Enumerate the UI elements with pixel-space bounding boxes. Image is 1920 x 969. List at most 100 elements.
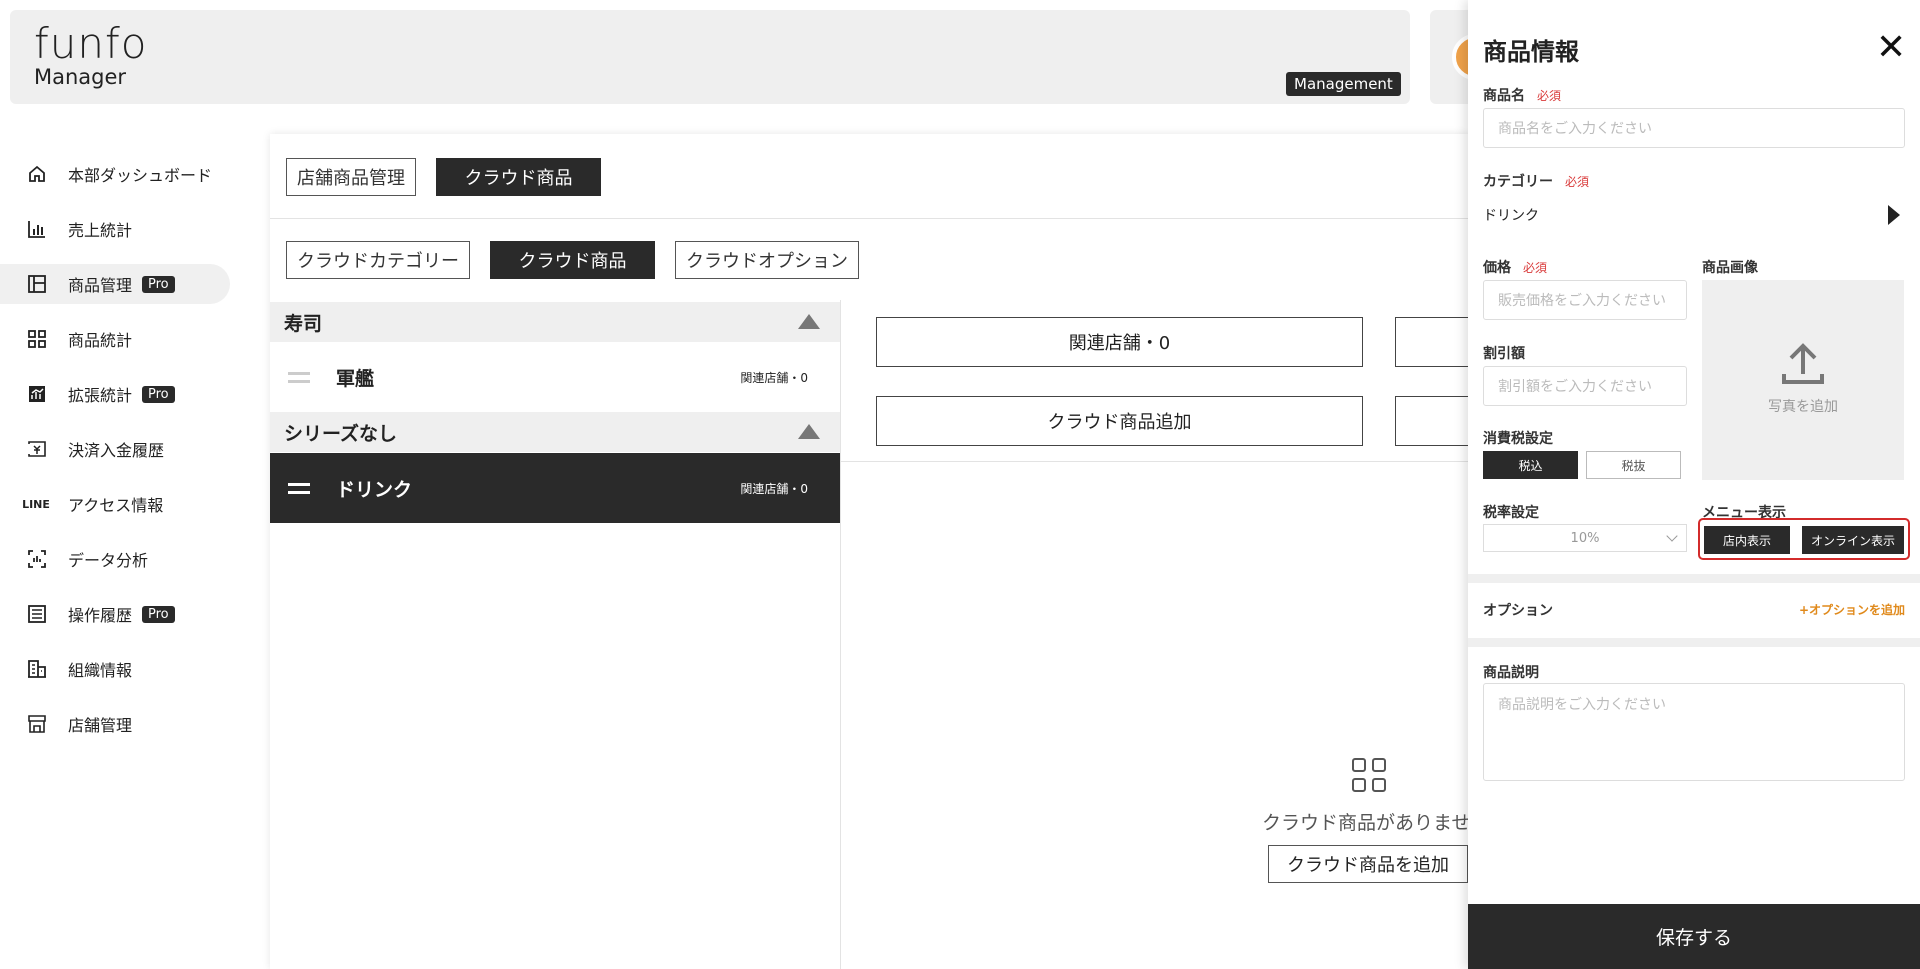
category-value[interactable]: ドリンク [1483,205,1539,225]
grid-empty-icon [1352,758,1388,794]
list-item[interactable]: 軍艦 関連店舗・0 [270,344,840,410]
image-upload-box[interactable]: 写真を追加 [1702,280,1904,480]
sidebar-item-dashboard[interactable]: 本部ダッシュボード [0,154,230,194]
tab-cloud-products[interactable]: クラウド商品 [436,158,601,196]
discount-label: 割引額 [1483,346,1525,362]
sidebar-item-label: 操作履歴 [68,606,133,625]
close-icon[interactable]: ✕ [1876,30,1906,66]
list-item-selected[interactable]: ドリンク 関連店舗・0 [270,453,840,523]
sidebar-item-label: 店舗管理 [68,716,133,735]
description-textarea[interactable]: 商品説明をご入力ください [1483,683,1905,781]
tax-included-button[interactable]: 税込 [1483,451,1578,479]
product-image-label: 商品画像 [1702,260,1758,276]
add-button-2[interactable] [1395,396,1475,446]
subtab-cloud-category[interactable]: クラウドカテゴリー [286,241,470,279]
panel-title: 商品情報 [1483,38,1579,66]
building-icon [26,658,48,680]
add-option-link[interactable]: +オプションを追加 [1799,601,1905,618]
group-header-no-series[interactable]: シリーズなし [270,412,840,452]
in-store-display-button[interactable]: 店内表示 [1704,526,1790,554]
sidebar-item-label: 拡張統計 [68,386,133,405]
related-stores-button-2[interactable] [1395,317,1475,367]
sidebar-item-label: 売上統計 [68,221,133,240]
subtab-cloud-options[interactable]: クラウドオプション [675,241,859,279]
tax-rate-value: 10% [1570,530,1600,546]
sidebar-item-product-management[interactable]: 商品管理 Pro [0,264,230,304]
tax-excluded-button[interactable]: 税抜 [1586,451,1681,479]
empty-state-text: クラウド商品がありません [1262,812,1490,834]
sidebar-item-access-info[interactable]: LINE アクセス情報 [0,484,230,524]
store-icon [26,713,48,735]
price-input[interactable]: 販売価格をご入力ください [1483,280,1687,320]
pro-badge: Pro [142,385,175,403]
sidebar-item-sales-stats[interactable]: 売上統計 [0,209,230,249]
description-label: 商品説明 [1483,665,1539,681]
tax-rate-label: 税率設定 [1483,505,1539,521]
discount-input[interactable]: 割引額をご入力ください [1483,366,1687,406]
chevron-down-icon [1666,530,1678,542]
item-meta: 関連店舗・0 [740,370,808,385]
item-name: 軍艦 [336,367,375,390]
upload-icon [1782,343,1824,384]
management-badge: Management [1286,72,1401,96]
item-name: ドリンク [336,478,413,501]
price-label: 価格 必須 [1483,260,1548,276]
group-name: シリーズなし [284,422,398,445]
header-bar [10,10,1410,104]
category-label: カテゴリー 必須 [1483,174,1590,190]
sidebar-item-label: 商品管理 [68,276,133,295]
sidebar-item-organization[interactable]: 組織情報 [0,649,230,689]
divider [270,218,1470,219]
chevron-right-icon[interactable] [1888,205,1900,225]
analytics-icon [26,383,48,405]
drag-handle-icon[interactable] [288,482,310,494]
section-separator [1468,574,1920,583]
vertical-divider [840,300,841,969]
product-info-panel: 商品情報 ✕ 商品名 必須 商品名をご入力ください カテゴリー 必須 ドリンク 価格… [1468,0,1920,969]
required-badge: 必須 [1565,175,1590,189]
logo-sub-text: Manager [34,65,127,89]
line-icon: LINE [22,497,50,511]
logo-main-text: funfo [34,19,148,68]
layout-icon [26,273,48,295]
required-badge: 必須 [1523,261,1548,275]
funfo-logo[interactable]: funfo Manager [34,19,148,89]
related-stores-button[interactable]: 関連店舗・0 [876,317,1363,367]
sidebar-item-label: 商品統計 [68,331,133,350]
sidebar-item-store-management[interactable]: 店舗管理 [0,704,230,744]
item-meta: 関連店舗・0 [740,481,808,496]
tab-store-products[interactable]: 店舗商品管理 [286,158,416,196]
online-display-button[interactable]: オンライン表示 [1802,526,1904,554]
save-button[interactable]: 保存する [1468,904,1920,969]
sidebar-item-operation-history[interactable]: 操作履歴 Pro [0,594,230,634]
sidebar-item-extended-stats[interactable]: 拡張統計 Pro [0,374,230,414]
required-badge: 必須 [1537,89,1562,103]
home-icon [26,163,48,185]
upload-text: 写真を追加 [1768,399,1838,415]
pro-badge: Pro [142,275,175,293]
sidebar-item-product-stats[interactable]: 商品統計 [0,319,230,359]
scan-icon [26,548,48,570]
sidebar-item-label: 組織情報 [68,661,133,680]
add-cloud-product-button[interactable]: クラウド商品追加 [876,396,1363,446]
divider [841,461,1470,462]
sidebar-item-data-analysis[interactable]: データ分析 [0,539,230,579]
empty-add-product-button[interactable]: クラウド商品を追加 [1268,845,1468,883]
drag-handle-icon[interactable] [288,371,310,383]
subtab-cloud-products[interactable]: クラウド商品 [490,241,655,279]
sidebar-item-label: 本部ダッシュボード [68,166,213,185]
collapse-triangle-icon[interactable] [798,314,820,329]
product-name-input[interactable]: 商品名をご入力ください [1483,108,1905,148]
bar-chart-icon [26,218,48,240]
tax-rate-select[interactable]: 10% [1483,524,1687,552]
grid-icon [26,328,48,350]
collapse-triangle-icon[interactable] [798,424,820,439]
sidebar-item-payment-history[interactable]: 決済入金履歴 [0,429,230,469]
sidebar-item-label: アクセス情報 [68,496,164,515]
sidebar-item-label: 決済入金履歴 [68,441,165,460]
payment-icon [26,438,48,460]
group-header-sushi[interactable]: 寿司 [270,302,840,342]
product-name-label: 商品名 必須 [1483,88,1562,104]
pro-badge: Pro [142,605,175,623]
sidebar-item-label: データ分析 [68,551,149,570]
